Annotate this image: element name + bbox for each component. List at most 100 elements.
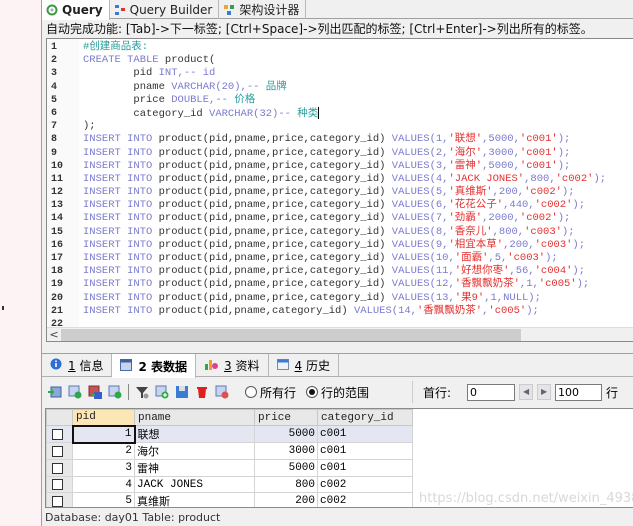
code-line[interactable]: 2 CREATE TABLE product( [47,54,633,67]
tab-query-builder[interactable]: Query Builder [110,0,220,19]
sql-editor[interactable]: 1 #创建商品表: 2 CREATE TABLE product(3 pid INT,… [46,38,633,342]
next-page-button[interactable]: ▶ [537,384,552,400]
row-checkbox[interactable] [52,479,63,490]
cell-category-id[interactable]: c002 [317,492,413,507]
cell-category-id[interactable]: c001 [317,425,413,443]
row-checkbox-cell[interactable] [46,442,73,460]
code-token: ,200, [503,238,535,251]
scrollbar-thumb[interactable] [61,329,521,341]
code-line[interactable]: 9 INSERT INTO product(pid,pname,price,cat… [47,147,633,160]
scroll-left-icon[interactable]: < [47,328,61,341]
tab-query[interactable]: Query [42,0,110,20]
row-checkbox-cell[interactable] [46,425,73,443]
code-line[interactable]: 13 INSERT INTO product(pid,pname,price,ca… [47,199,633,212]
code-token: 'c003' [524,225,562,238]
refresh-row-icon[interactable] [108,385,122,399]
code-line[interactable]: 16 INSERT INTO product(pid,pname,price,ca… [47,239,633,252]
tab-profile[interactable]: 3 资料 [196,354,269,377]
cancel-changes-icon[interactable] [215,385,229,399]
radio-all-rows-button[interactable] [245,386,257,398]
export-grid-icon[interactable] [88,385,102,399]
code-line[interactable]: 1 #创建商品表: [47,41,633,54]
cell-category-id[interactable]: c001 [317,459,413,477]
table-row[interactable]: 4 JACK JONES 800 c002 [46,476,413,493]
code-line[interactable]: 5 price DOUBLE,-- 价格 [47,94,633,107]
row-checkbox[interactable] [52,462,63,474]
code-line[interactable]: 14 INSERT INTO product(pid,pname,price,ca… [47,212,633,225]
code-line[interactable]: 21 INSERT INTO product(pid,pname,category… [47,305,633,318]
cell-pname[interactable]: JACK JONES [134,476,255,493]
filter-icon[interactable] [135,385,149,399]
table-row[interactable]: 3 雷神 5000 c001 [46,459,413,477]
row-range-controls: 首行: 0 ◀ ▶ 100 行 [412,381,633,403]
row-checkbox[interactable] [52,428,63,440]
code-line[interactable]: 6 category_id VARCHAR(32)-- 种类 [47,106,633,120]
row-count-input[interactable]: 100 [555,383,603,401]
row-checkbox[interactable] [52,445,63,457]
row-checkbox-cell[interactable] [46,459,73,477]
cell-category-id[interactable]: c001 [317,442,413,460]
cell-price[interactable]: 5000 [254,425,318,443]
cell-pid[interactable]: 2 [72,442,135,460]
cell-pname[interactable]: 雷神 [134,459,255,477]
cell-pid[interactable]: 1 [71,424,136,444]
cell-pid[interactable]: 3 [72,459,135,477]
cell-pname[interactable]: 联想 [134,425,255,443]
code-line[interactable]: 10 INSERT INTO product(pid,pname,price,ca… [47,160,633,173]
code-line[interactable]: 20 INSERT INTO product(pid,pname,price,ca… [47,292,633,305]
cell-price[interactable]: 200 [254,492,318,507]
code-lines[interactable]: 1 #创建商品表: 2 CREATE TABLE product(3 pid INT,… [47,41,633,331]
tab-schema-designer[interactable]: 架构设计器 [219,0,307,19]
column-header-price[interactable]: price [254,409,318,426]
cell-price[interactable]: 3000 [254,442,318,460]
cell-pid[interactable]: 4 [72,476,135,493]
code-token: '香奈儿' [448,225,493,238]
column-header-pname[interactable]: pname [134,409,255,426]
cell-category-id[interactable]: c002 [317,476,413,493]
radio-row-range-button[interactable] [306,386,319,398]
horizontal-scrollbar[interactable]: < [47,327,633,341]
tab-info[interactable]: 1 信息 [42,354,113,377]
code-token: ); [572,199,586,212]
column-header-pid[interactable]: pid [72,409,135,426]
row-checkbox-cell[interactable] [46,492,73,507]
save-icon[interactable] [175,385,189,399]
code-token: pname [83,80,172,93]
code-line[interactable]: 17 INSERT INTO product(pid,pname,price,ca… [47,252,633,265]
insert-row-icon[interactable] [48,385,62,399]
row-checkbox-cell[interactable] [46,476,73,493]
tab-history[interactable]: 4 历史 [269,354,340,377]
code-line[interactable]: 15 INSERT INTO product(pid,pname,price,ca… [47,226,633,239]
radio-row-range[interactable]: 行的范围 [306,384,369,401]
code-line[interactable]: 7); [47,120,633,133]
row-checkbox[interactable] [52,495,63,507]
column-header-category-id[interactable]: category_id [317,409,413,426]
cell-pname[interactable]: 真维斯 [134,492,255,507]
code-line[interactable]: 8 INSERT INTO product(pid,pname,price,cat… [47,133,633,146]
table-row[interactable]: 1 联想 5000 c001 [46,424,413,444]
cell-pname[interactable]: 海尔 [134,442,255,460]
delete-icon[interactable] [195,385,209,399]
duplicate-row-icon[interactable] [68,385,82,399]
code-line[interactable]: 11 INSERT INTO product(pid,pname,price,ca… [47,173,633,186]
add-row-icon[interactable] [155,385,169,399]
pane-splitter[interactable] [42,342,633,354]
tab-table-data[interactable]: 2 表数据 [112,354,197,378]
code-line[interactable]: 19 INSERT INTO product(pid,pname,price,ca… [47,278,633,291]
code-token: CREATE TABLE [83,54,165,67]
prev-page-button[interactable]: ◀ [519,384,534,400]
cell-pid[interactable]: 5 [72,492,135,507]
code-token: VALUES(9, [391,238,449,251]
radio-all-rows[interactable]: 所有行 [245,384,296,401]
code-line[interactable]: 3 pid INT,-- id [47,67,633,80]
table-row[interactable]: 2 海尔 3000 c001 [46,442,413,460]
code-line[interactable]: 18 INSERT INTO product(pid,pname,price,ca… [47,265,633,278]
first-row-input[interactable]: 0 [467,383,516,401]
cell-price[interactable]: 5000 [254,459,318,477]
code-line[interactable]: 12 INSERT INTO product(pid,pname,price,ca… [47,186,633,199]
cell-price[interactable]: 800 [254,476,318,493]
table-row[interactable]: 5 真维斯 200 c002 [46,492,413,507]
line-number: 17 [51,253,64,264]
code-line[interactable]: 4 pname VARCHAR(20),-- 品牌 [47,81,633,94]
code-text: INSERT INTO product(pid,pname,price,cate… [73,173,606,186]
